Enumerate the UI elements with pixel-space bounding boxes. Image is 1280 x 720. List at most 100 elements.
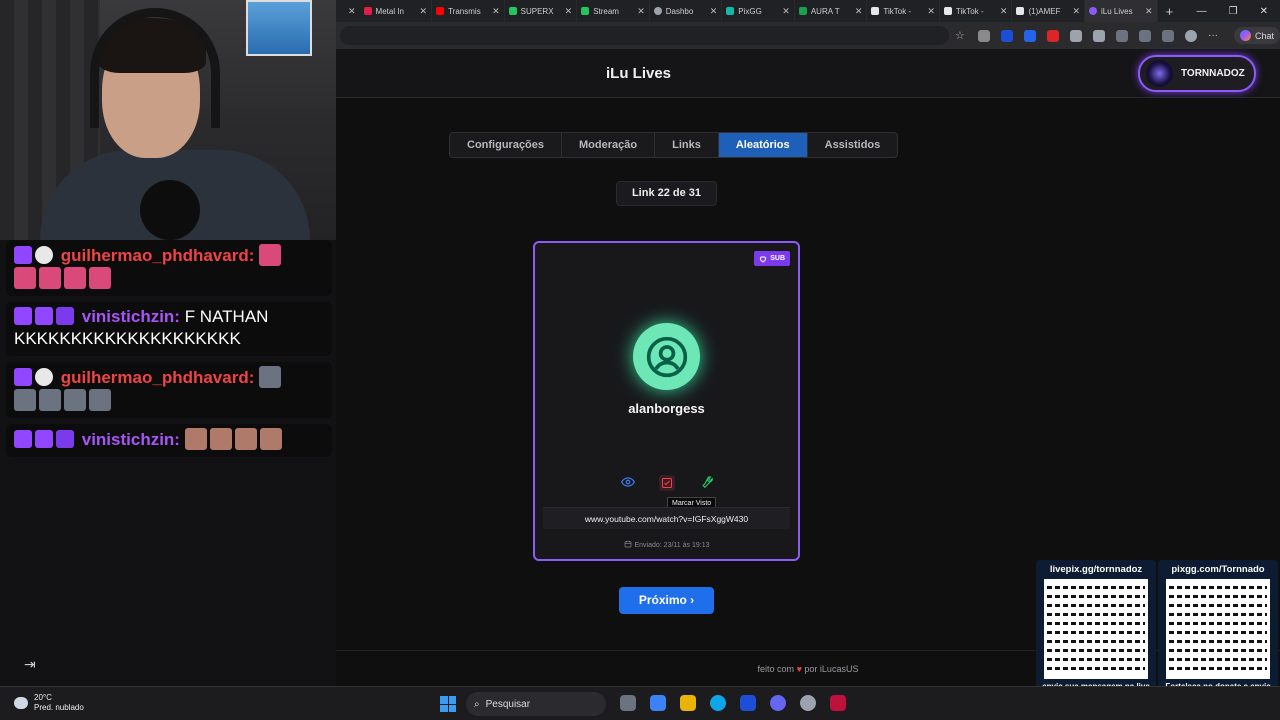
- skull-badge-icon: [35, 368, 53, 386]
- close-tab-icon[interactable]: ✕: [927, 6, 935, 17]
- sent-text: Enviado: 23/11 às 19:13: [634, 542, 710, 549]
- user-circle-icon: [646, 336, 687, 377]
- extension-icon[interactable]: [1000, 29, 1013, 42]
- new-tab-button[interactable]: +: [1158, 4, 1182, 19]
- extension-icon[interactable]: [977, 29, 990, 42]
- browser-tab[interactable]: (1)AMEF ✕: [1012, 0, 1086, 22]
- mark-seen-button[interactable]: [658, 475, 675, 491]
- tab-links[interactable]: Links: [655, 133, 719, 157]
- chat-username: vinistichzin:: [81, 430, 180, 449]
- close-tab-icon[interactable]: ✕: [1072, 6, 1080, 17]
- emote-icon: [234, 428, 257, 450]
- card-actions: [535, 475, 798, 491]
- copilot-icon: [1239, 30, 1251, 41]
- close-tab-icon[interactable]: ✕: [348, 6, 356, 17]
- close-window-icon[interactable]: ✕: [1260, 6, 1268, 17]
- search-placeholder: Pesquisar: [485, 698, 531, 710]
- emote-icon: [259, 244, 282, 266]
- profile-icon[interactable]: [1184, 29, 1197, 42]
- microphone: [140, 180, 200, 240]
- obs-icon[interactable]: [800, 695, 816, 711]
- link-url[interactable]: www.youtube.com/watch?v=IGFsXggW430: [543, 507, 790, 529]
- sub-badge-label: SUB: [770, 255, 785, 262]
- windows-start-icon[interactable]: [440, 696, 456, 712]
- tab-moderacao[interactable]: Moderação: [562, 133, 656, 157]
- browser-tab[interactable]: PixGG ✕: [722, 0, 795, 22]
- check-square-icon: [661, 478, 672, 488]
- tab-configuracoes[interactable]: Configurações: [450, 133, 563, 157]
- favorites-icon[interactable]: [1138, 29, 1151, 42]
- close-tab-icon[interactable]: ✕: [492, 6, 500, 17]
- task-view-icon[interactable]: [620, 695, 636, 711]
- more-icon[interactable]: ···: [1208, 30, 1220, 42]
- close-tab-icon[interactable]: ✕: [782, 6, 790, 17]
- copilot-chat-button[interactable]: Chat: [1233, 27, 1280, 44]
- close-tab-icon[interactable]: ✕: [420, 6, 428, 17]
- browser-tab[interactable]: TikTok - ✕: [867, 0, 940, 22]
- photos-icon[interactable]: [740, 695, 756, 711]
- translate-icon[interactable]: [1023, 29, 1036, 42]
- view-button[interactable]: [620, 475, 635, 489]
- tab-aleatorios[interactable]: Aleatórios: [718, 133, 808, 157]
- emote-icon: [259, 428, 282, 450]
- close-tab-icon[interactable]: ✕: [637, 6, 645, 17]
- discord-icon[interactable]: [770, 695, 786, 711]
- tiktok-favicon-icon: [1016, 7, 1025, 15]
- app-header: iLu Lives TORNNADOZ: [336, 49, 1280, 98]
- heart-icon: [760, 255, 767, 263]
- star-icon[interactable]: ☆: [955, 30, 967, 42]
- browser-tab[interactable]: Metal In ✕: [360, 0, 433, 22]
- download-icon[interactable]: [1161, 29, 1174, 42]
- eye-icon: [620, 477, 635, 487]
- screen: guilhermao_phdhavard: vinistichzin: F NA…: [0, 0, 1280, 720]
- browser-tab[interactable]: Stream ✕: [577, 0, 650, 22]
- restore-icon[interactable]: ❐: [1229, 6, 1238, 17]
- edge-icon[interactable]: [710, 695, 726, 711]
- taskbar-search[interactable]: ⌕ Pesquisar: [466, 692, 606, 716]
- browser-tab[interactable]: Transmis ✕: [432, 0, 505, 22]
- browser-tab[interactable]: AURA T ✕: [795, 0, 868, 22]
- link-counter: Link 22 de 31: [616, 181, 717, 206]
- twitch-icon: [14, 246, 32, 264]
- close-tab-icon[interactable]: ✕: [1000, 6, 1008, 17]
- refresh-icon[interactable]: [1069, 29, 1082, 42]
- weather-widget[interactable]: 20°C Pred. nublado: [14, 693, 84, 713]
- logout-icon[interactable]: ⇥: [24, 656, 36, 673]
- tools-button[interactable]: [699, 475, 713, 489]
- qr-code: [1166, 579, 1270, 679]
- wrench-icon: [701, 476, 713, 489]
- browser-tab-active[interactable]: iLu Lives ✕: [1085, 0, 1158, 22]
- app-icon[interactable]: [830, 695, 846, 711]
- browser-tab[interactable]: TikTok - ✕: [940, 0, 1013, 22]
- tiktok-favicon-icon: [943, 7, 952, 15]
- tab-title: TikTok -: [955, 6, 984, 16]
- chat-message: guilhermao_phdhavard:: [6, 362, 332, 418]
- close-tab-icon[interactable]: ✕: [565, 6, 573, 17]
- emote-icon: [259, 366, 282, 388]
- link-card: SUB alanborgess Marcar Visto www.youtube…: [533, 241, 800, 561]
- footer-suffix: por iLucasUS: [804, 664, 859, 674]
- minimize-icon[interactable]: —: [1197, 6, 1207, 17]
- close-tab-icon[interactable]: ✕: [710, 6, 718, 17]
- split-screen-icon[interactable]: [1115, 29, 1128, 42]
- address-bar[interactable]: [340, 26, 949, 45]
- browser-tab[interactable]: SUPERX ✕: [505, 0, 578, 22]
- emote-icon: [184, 428, 207, 450]
- next-button[interactable]: Próximo ›: [619, 587, 714, 614]
- close-tab-icon[interactable]: ✕: [1145, 6, 1153, 17]
- tab-favicon-icon: [798, 7, 807, 15]
- tab-title: (1)AMEF: [1028, 6, 1061, 16]
- tiktok-favicon-icon: [871, 7, 880, 15]
- wall-poster: [246, 0, 312, 56]
- tab-assistidos[interactable]: Assistidos: [808, 133, 898, 157]
- copilot-icon[interactable]: [650, 695, 666, 711]
- browser-tab[interactable]: Dashbo ✕: [650, 0, 723, 22]
- close-tab-icon[interactable]: ✕: [855, 6, 863, 17]
- extensions-puzzle-icon[interactable]: [1092, 29, 1105, 42]
- file-explorer-icon[interactable]: [680, 695, 696, 711]
- window-controls: — ❐ ✕: [1197, 6, 1280, 17]
- browser-tab[interactable]: ✕: [336, 0, 360, 22]
- extension-icon[interactable]: [1046, 29, 1059, 42]
- user-menu-button[interactable]: TORNNADOZ: [1138, 55, 1256, 92]
- sub-badge-icon: [56, 430, 74, 448]
